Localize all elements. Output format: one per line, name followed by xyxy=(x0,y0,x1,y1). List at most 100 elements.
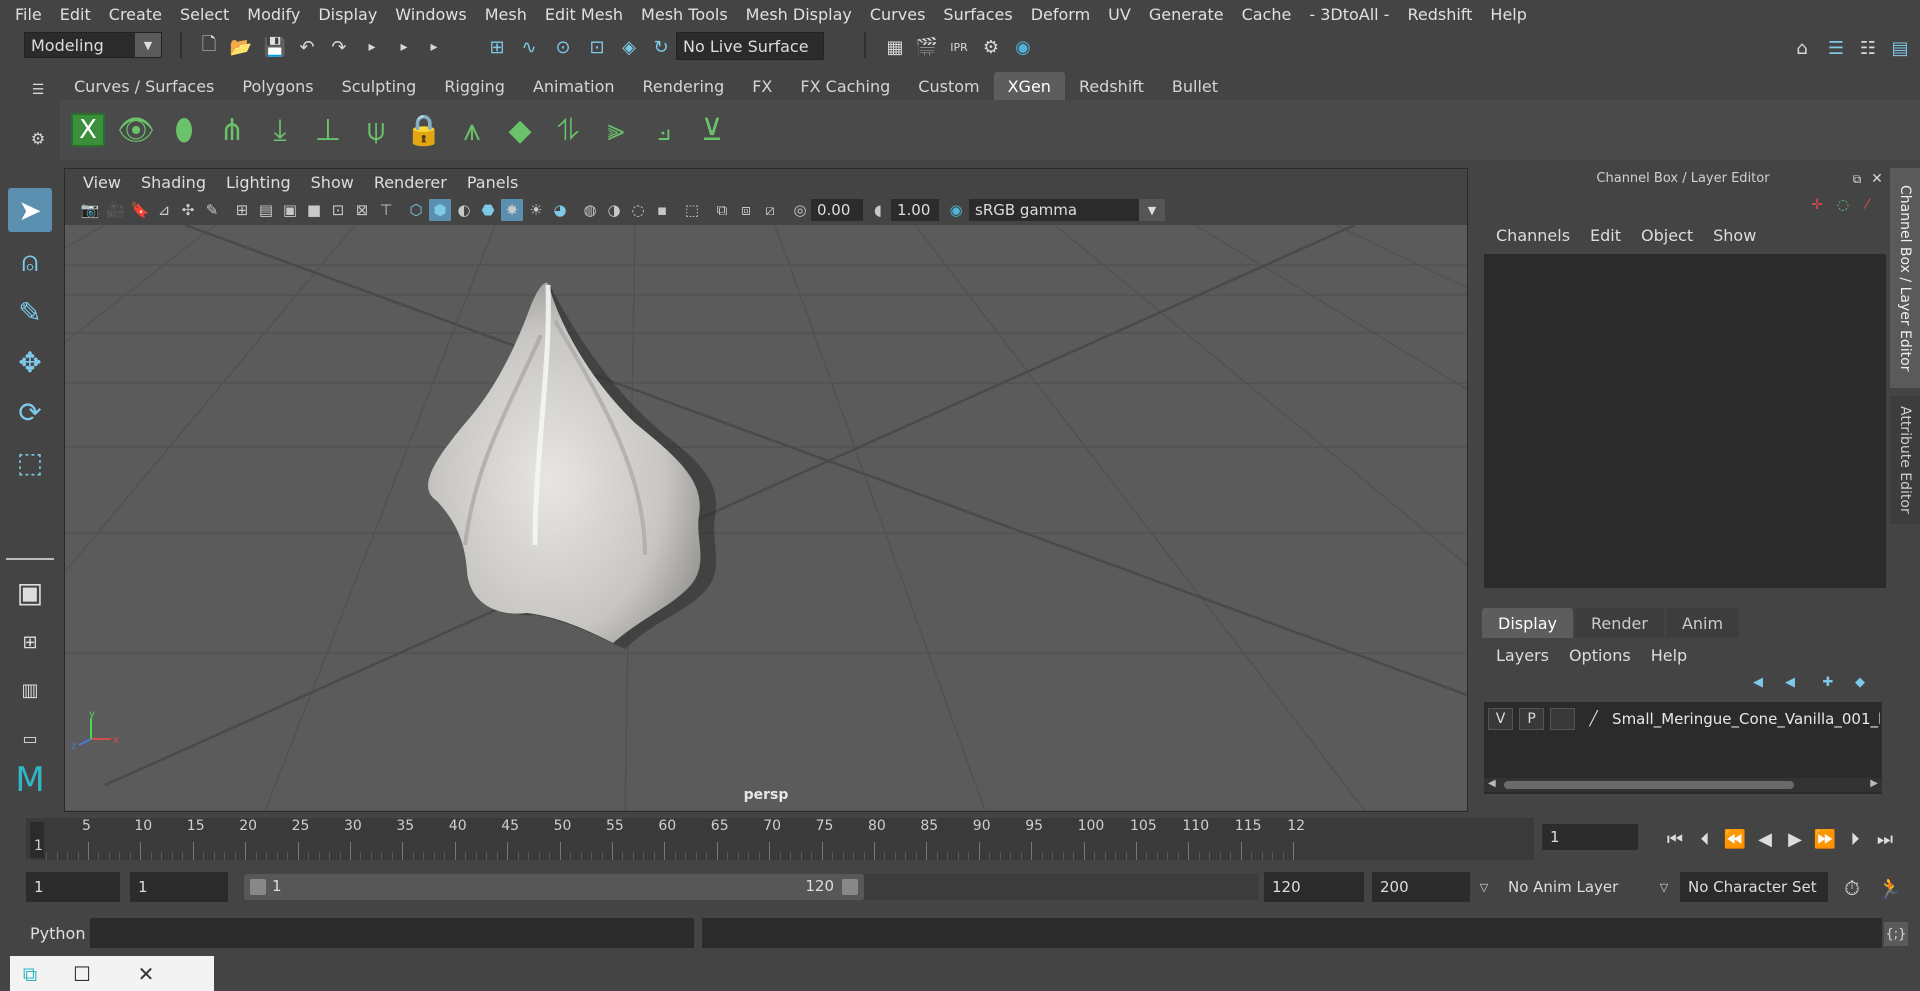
layer-color-icon[interactable]: ╱ xyxy=(1581,708,1606,730)
anim-layer-dropdown[interactable]: No Anim Layer xyxy=(1500,872,1642,902)
xgen-select-tool-icon[interactable]: ⫸ xyxy=(596,108,636,152)
shelf-tab-animation[interactable]: Animation xyxy=(519,72,629,100)
field-chart-icon[interactable]: ⊡ xyxy=(327,199,349,221)
menu-create[interactable]: Create xyxy=(100,5,171,24)
scale-tool-icon[interactable]: ⬚ xyxy=(8,440,52,484)
color-space-dropdown[interactable]: sRGB gamma ▼ xyxy=(969,199,1165,221)
menu-redshift[interactable]: Redshift xyxy=(1398,5,1481,24)
layer-display-type[interactable] xyxy=(1550,708,1576,730)
camera-attributes-icon[interactable]: 🎥 xyxy=(105,199,127,221)
xgen-delete-guide-icon[interactable]: ⊻ xyxy=(692,108,732,152)
playback-start-field[interactable]: 1 xyxy=(130,872,228,902)
range-end-handle[interactable] xyxy=(842,879,858,895)
go-to-end-icon[interactable]: ⏭ xyxy=(1872,826,1898,852)
animation-start-field[interactable]: 1 xyxy=(26,872,120,902)
outliner-layout-icon[interactable]: ▥ xyxy=(8,668,52,712)
channel-menu-object[interactable]: Object xyxy=(1631,226,1703,252)
close-icon[interactable]: ✕ xyxy=(1868,170,1886,188)
xgen-bend-guide-icon[interactable]: ⟓ xyxy=(644,108,684,152)
layer-menu-options[interactable]: Options xyxy=(1559,646,1641,665)
character-set-dropdown[interactable]: No Character Set xyxy=(1680,872,1828,902)
channel-menu-edit[interactable]: Edit xyxy=(1580,226,1631,252)
lasso-tool-icon[interactable]: ⍝ xyxy=(8,240,52,284)
animation-end-field[interactable]: 200 xyxy=(1372,872,1470,902)
resolution-gate-icon[interactable]: ▣ xyxy=(279,199,301,221)
collapse-icon[interactable]: ▸ xyxy=(426,34,442,60)
viewport-menu-panels[interactable]: Panels xyxy=(457,173,529,192)
film-gate-icon[interactable]: ▤ xyxy=(255,199,277,221)
snap-grid-icon[interactable]: ⊞ xyxy=(484,34,510,60)
channel-sync-icon[interactable]: ◌ xyxy=(1832,194,1854,216)
play-forward-icon[interactable]: ▶ xyxy=(1782,826,1808,852)
layer-tab-anim[interactable]: Anim xyxy=(1665,608,1740,638)
play-backward-icon[interactable]: ◀ xyxy=(1752,826,1778,852)
attribute-editor-icon[interactable]: ☰ xyxy=(1822,34,1850,62)
redo-icon[interactable]: ↷ xyxy=(326,34,352,60)
use-all-lights-icon[interactable]: ☀ xyxy=(525,199,547,221)
shelf-tab-custom[interactable]: Custom xyxy=(904,72,993,100)
minimized-window[interactable]: ⧉ ☐ ✕ xyxy=(10,956,214,991)
close-icon[interactable]: ✕ xyxy=(114,956,178,991)
xgen-grid-icon[interactable]: ◆ xyxy=(500,108,540,152)
menu-generate[interactable]: Generate xyxy=(1140,5,1233,24)
gamma-icon[interactable]: ◖ xyxy=(867,199,889,221)
grease-pencil-icon[interactable]: ✎ xyxy=(201,199,223,221)
xgen-add-description-icon[interactable]: ⊥ xyxy=(308,108,348,152)
shelf-tab-redshift[interactable]: Redshift xyxy=(1065,72,1158,100)
snap-surface-icon[interactable]: ◈ xyxy=(616,34,642,60)
channel-options-icon[interactable]: ✛ xyxy=(1806,194,1828,216)
snap-view-icon[interactable]: ⊡ xyxy=(584,34,610,60)
ipr-render-icon[interactable]: IPR xyxy=(946,34,972,60)
layer-menu-layers[interactable]: Layers xyxy=(1486,646,1559,665)
command-language-label[interactable]: Python xyxy=(30,924,85,943)
tab-channel-box[interactable]: Channel Box / Layer Editor xyxy=(1890,168,1920,388)
new-scene-icon[interactable]: 🗋 xyxy=(196,34,222,60)
wireframe-icon[interactable]: ⬡ xyxy=(405,199,427,221)
menu-set-dropdown[interactable]: Modeling ▼ xyxy=(24,32,162,58)
modeling-toolkit-icon[interactable]: ⌂ xyxy=(1788,34,1816,62)
render-frame-icon[interactable]: 🎬 xyxy=(914,34,940,60)
viewport-menu-show[interactable]: Show xyxy=(301,173,364,192)
viewport-menu-view[interactable]: View xyxy=(73,173,131,192)
animation-preferences-icon[interactable]: 🏃 xyxy=(1876,874,1904,902)
viewport-menu-lighting[interactable]: Lighting xyxy=(216,173,301,192)
viewport-menu-shading[interactable]: Shading xyxy=(131,173,216,192)
channel-box-area[interactable] xyxy=(1484,254,1886,588)
two-d-pan-icon[interactable]: ✣ xyxy=(177,199,199,221)
layer-row[interactable]: V P ╱ Small_Meringue_Cone_Vanilla_001_la xyxy=(1488,706,1880,732)
undo-icon[interactable]: ↶ xyxy=(294,34,320,60)
command-input[interactable] xyxy=(90,918,694,948)
shelf-tab-rigging[interactable]: Rigging xyxy=(430,72,519,100)
safe-action-icon[interactable]: ⊠ xyxy=(351,199,373,221)
time-slider[interactable]: 1 5 10 15 20 25 30 35 40 45 50 55 60 65 70 75 80 85 90 95 1… xyxy=(26,818,1534,860)
exposure-icon[interactable]: ◎ xyxy=(789,199,811,221)
menu-3dtoall[interactable]: - 3DtoAll - xyxy=(1300,5,1398,24)
shelf-tab-curves-surfaces[interactable]: Curves / Surfaces xyxy=(60,72,228,100)
render-settings-icon[interactable]: ⚙ xyxy=(978,34,1004,60)
default-lighting-icon[interactable]: ✸ xyxy=(501,199,523,221)
move-layer-down-icon[interactable]: ◀ xyxy=(1778,670,1802,694)
hypershade-icon[interactable]: ◉ xyxy=(1010,34,1036,60)
rotate-tool-icon[interactable]: ⟳ xyxy=(8,390,52,434)
textured-icon[interactable]: ⬣ xyxy=(477,199,499,221)
grid-toggle-icon[interactable]: ⊞ xyxy=(231,199,253,221)
gate-mask-icon[interactable]: ■ xyxy=(303,199,325,221)
step-forward-icon[interactable]: ⏵ xyxy=(1842,826,1868,852)
shelf-tab-polygons[interactable]: Polygons xyxy=(228,72,327,100)
range-start-handle[interactable] xyxy=(250,879,266,895)
live-surface-field[interactable]: No Live Surface xyxy=(676,32,824,60)
chevron-down-icon[interactable]: ▽ xyxy=(1476,876,1492,898)
range-slider[interactable]: 1 120 xyxy=(244,874,864,900)
shelf-tab-fx-caching[interactable]: FX Caching xyxy=(786,72,904,100)
layer-menu-help[interactable]: Help xyxy=(1641,646,1697,665)
playback-end-field[interactable]: 120 xyxy=(1264,872,1364,902)
layer-tab-render[interactable]: Render xyxy=(1574,608,1664,638)
xgen-add-guide-icon[interactable]: ⋔ xyxy=(212,108,252,152)
layout-toggle-icon[interactable]: ▭ xyxy=(8,716,52,760)
step-back-icon[interactable]: ⏴ xyxy=(1692,826,1718,852)
menu-windows[interactable]: Windows xyxy=(386,5,475,24)
shelf-tab-sculpting[interactable]: Sculpting xyxy=(328,72,431,100)
menu-surfaces[interactable]: Surfaces xyxy=(934,5,1021,24)
camera-select-icon[interactable]: 📷 xyxy=(79,199,101,221)
shelf-tab-xgen[interactable]: XGen xyxy=(993,72,1065,100)
